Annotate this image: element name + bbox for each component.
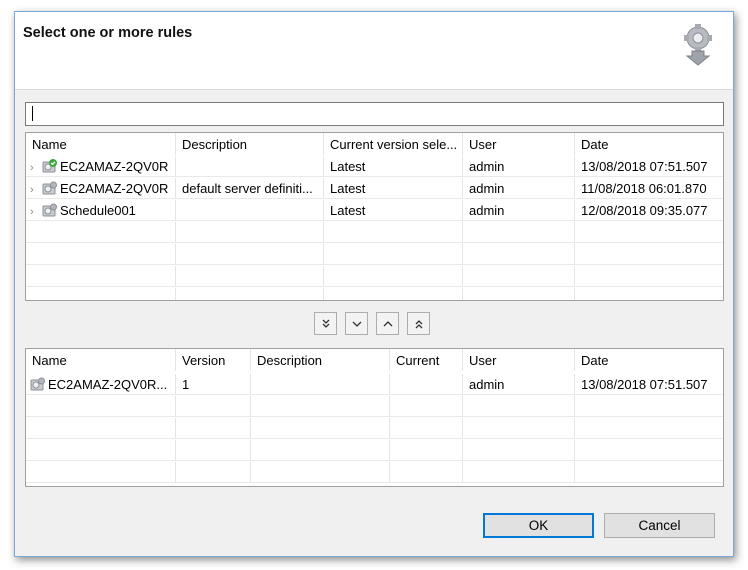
- column-header-user[interactable]: User: [463, 349, 575, 371]
- table-row[interactable]: EC2AMAZ-2QV0R... 1 admin 13/08/2018 07:5…: [26, 374, 723, 395]
- rule-user: admin: [463, 178, 575, 198]
- rule-current: [390, 374, 463, 394]
- double-chevron-down-icon: [322, 319, 329, 328]
- rule-date: 11/08/2018 06:01.870: [581, 181, 707, 196]
- chevron-up-icon: [383, 320, 392, 326]
- table-row[interactable]: › Schedule001 Latest admin 12/08/2018 09:…: [26, 200, 723, 221]
- empty-row: [26, 244, 723, 265]
- rule-name: EC2AMAZ-2QV0R...: [48, 377, 168, 392]
- rule-name: EC2AMAZ-2QV0R: [60, 159, 169, 174]
- rule-description: [176, 200, 324, 220]
- rule-date: 12/08/2018 09:35.077: [581, 203, 708, 218]
- column-header-name[interactable]: Name: [26, 349, 176, 371]
- rule-current-version: Latest: [324, 200, 463, 220]
- empty-row: [26, 266, 723, 287]
- column-header-name[interactable]: Name: [26, 133, 176, 155]
- dialog-header: Select one or more rules: [15, 12, 733, 90]
- rule-user: admin: [463, 200, 575, 220]
- text-cursor: [32, 106, 33, 121]
- table-header-row: Name Description Current version sele...…: [26, 133, 723, 155]
- move-down-button[interactable]: [345, 312, 368, 335]
- rule-description: [251, 374, 390, 394]
- move-all-up-button[interactable]: [407, 312, 430, 335]
- column-header-current-version[interactable]: Current version sele...: [324, 133, 463, 155]
- column-header-date[interactable]: Date: [575, 349, 723, 371]
- empty-row: [26, 222, 723, 243]
- rule-date: 13/08/2018 07:51.507: [581, 159, 708, 174]
- column-header-date[interactable]: Date: [575, 133, 723, 155]
- rule-active-icon: [42, 159, 57, 173]
- column-header-current[interactable]: Current: [390, 349, 463, 371]
- cancel-button[interactable]: Cancel: [604, 513, 715, 538]
- chevron-down-icon: [352, 321, 361, 327]
- rule-current-version: Latest: [324, 156, 463, 176]
- rule-date: 13/08/2018 07:51.507: [581, 377, 708, 392]
- rule-version: 1: [176, 374, 251, 394]
- expand-chevron-icon[interactable]: ›: [30, 202, 42, 220]
- rule-icon: [42, 203, 57, 217]
- expand-chevron-icon[interactable]: ›: [30, 180, 42, 198]
- rule-current-version: Latest: [324, 178, 463, 198]
- empty-row: [26, 396, 723, 417]
- rule-icon: [30, 377, 45, 391]
- rule-filter-input[interactable]: [25, 102, 724, 126]
- ok-button[interactable]: OK: [483, 513, 594, 538]
- empty-row: [26, 440, 723, 461]
- table-header-row: Name Version Description Current User Da…: [26, 349, 723, 371]
- column-header-version[interactable]: Version: [176, 349, 251, 371]
- table-row[interactable]: › EC2AMAZ-2QV0R default server definiti..…: [26, 178, 723, 199]
- selected-rules-table[interactable]: Name Version Description Current User Da…: [25, 348, 724, 487]
- expand-chevron-icon[interactable]: ›: [30, 158, 42, 176]
- rule-user: admin: [463, 156, 575, 176]
- move-all-down-button[interactable]: [314, 312, 337, 335]
- empty-row: [26, 462, 723, 483]
- double-chevron-up-icon: [415, 319, 422, 328]
- column-header-description[interactable]: Description: [176, 133, 324, 155]
- empty-row: [26, 288, 723, 300]
- gear-download-icon: [684, 24, 712, 66]
- empty-row: [26, 418, 723, 439]
- rule-name: EC2AMAZ-2QV0R: [60, 181, 169, 196]
- rule-user: admin: [463, 374, 575, 394]
- dialog-title: Select one or more rules: [23, 25, 193, 41]
- rule-description: default server definiti...: [176, 178, 324, 198]
- rule-description: [176, 156, 324, 176]
- rule-icon: [42, 181, 57, 195]
- rule-name: Schedule001: [60, 203, 136, 218]
- move-up-button[interactable]: [376, 312, 399, 335]
- table-row[interactable]: › EC2AMAZ-2QV0R Latest admin 13/08/2018 0…: [26, 156, 723, 177]
- select-rules-dialog: Select one or more rules Name Descriptio…: [14, 11, 734, 557]
- column-header-user[interactable]: User: [463, 133, 575, 155]
- available-rules-table[interactable]: Name Description Current version sele...…: [25, 132, 724, 301]
- column-header-description[interactable]: Description: [251, 349, 390, 371]
